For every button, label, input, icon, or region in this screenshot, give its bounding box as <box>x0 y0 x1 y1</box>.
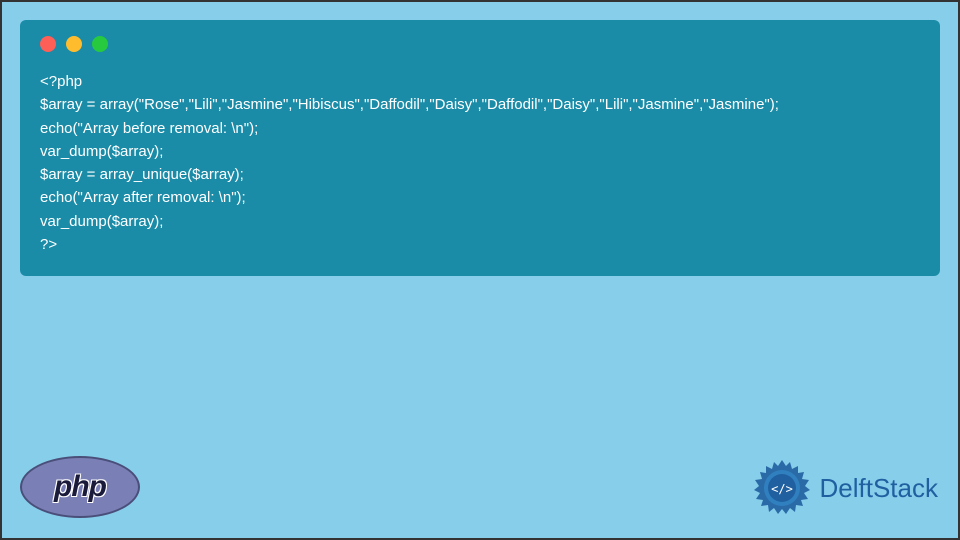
php-logo-text: php <box>54 470 106 504</box>
code-line: echo("Array before removal: \n"); <box>40 120 258 137</box>
code-line: $array = array("Rose","Lili","Jasmine","… <box>40 96 779 113</box>
code-block: <?php $array = array("Rose","Lili","Jasm… <box>40 70 920 256</box>
window-controls <box>40 36 920 52</box>
code-line: <?php <box>40 73 82 90</box>
code-line: var_dump($array); <box>40 213 163 230</box>
code-line: ?> <box>40 236 57 253</box>
close-icon <box>40 36 56 52</box>
delftstack-logo: </> DelftStack <box>752 458 939 518</box>
php-logo: php <box>20 456 140 518</box>
code-container: <?php $array = array("Rose","Lili","Jasm… <box>20 20 940 276</box>
code-line: var_dump($array); <box>40 143 163 160</box>
maximize-icon <box>92 36 108 52</box>
svg-text:</>: </> <box>771 482 793 496</box>
minimize-icon <box>66 36 82 52</box>
delftstack-text: DelftStack <box>820 473 939 504</box>
delftstack-gear-icon: </> <box>752 458 812 518</box>
code-line: $array = array_unique($array); <box>40 166 244 183</box>
code-line: echo("Array after removal: \n"); <box>40 189 246 206</box>
